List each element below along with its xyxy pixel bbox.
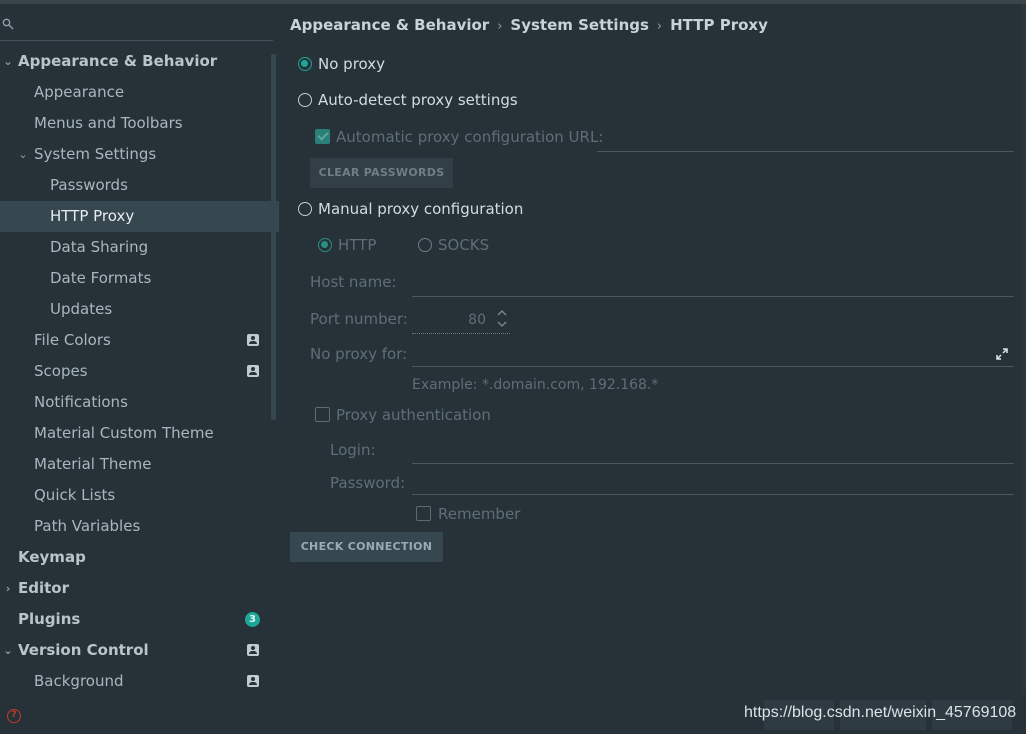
socks-label[interactable]: SOCKS: [438, 235, 489, 255]
socks-radio[interactable]: [418, 238, 432, 252]
panel-right-edge: [1022, 4, 1026, 694]
no-proxy-for-label: No proxy for:: [310, 345, 408, 363]
sidebar-item-label: Background: [34, 672, 124, 690]
sidebar-item-label: Path Variables: [34, 517, 141, 535]
breadcrumb-item[interactable]: System Settings: [510, 16, 649, 34]
sidebar-item-material-custom-theme[interactable]: Material Custom Theme: [0, 418, 279, 449]
user-icon: [247, 644, 259, 656]
sidebar-item-date-formats[interactable]: Date Formats: [0, 263, 279, 294]
sidebar-item-system-settings[interactable]: ⌄ System Settings: [0, 139, 279, 170]
sidebar-item-http-proxy[interactable]: HTTP Proxy: [0, 201, 279, 232]
sidebar-item-label: Scopes: [34, 362, 88, 380]
sidebar-item-label: Appearance & Behavior: [18, 52, 218, 70]
sidebar-item-appearance[interactable]: Appearance: [0, 77, 279, 108]
auto-config-url-label: Automatic proxy configuration URL:: [336, 128, 604, 146]
breadcrumb-separator-icon: ›: [656, 19, 663, 34]
settings-tree: ⌄ Appearance & Behavior Appearance Menus an…: [0, 46, 279, 697]
http-radio[interactable]: [318, 238, 332, 252]
breadcrumb-item[interactable]: Appearance & Behavior: [290, 16, 489, 34]
sidebar-item-label: Updates: [50, 300, 113, 318]
sidebar-item-label: Date Formats: [50, 269, 152, 287]
sidebar-scrollbar[interactable]: [271, 54, 276, 420]
clear-passwords-button[interactable]: CLEAR PASSWORDS: [310, 158, 453, 188]
sidebar-item-label: Editor: [18, 579, 69, 597]
sidebar-item-version-control[interactable]: ⌄ Version Control: [0, 635, 279, 666]
no-proxy-example: Example: *.domain.com, 192.168.*: [412, 377, 659, 393]
breadcrumb-current: HTTP Proxy: [670, 16, 768, 34]
no-proxy-radio[interactable]: [298, 57, 312, 71]
chevron-down-icon[interactable]: ⌄: [2, 635, 14, 666]
sidebar-item-label: Passwords: [50, 176, 128, 194]
sidebar-item-label: Material Theme: [34, 455, 152, 473]
auto-detect-radio[interactable]: [298, 93, 312, 107]
settings-sidebar: ⌄ Appearance & Behavior Appearance Menus an…: [0, 4, 279, 697]
sidebar-item-file-colors[interactable]: File Colors: [0, 325, 279, 356]
check-connection-button[interactable]: CHECK CONNECTION: [290, 532, 443, 562]
breadcrumb-separator-icon: ›: [497, 19, 503, 34]
sidebar-item-notifications[interactable]: Notifications: [0, 387, 279, 418]
sidebar-item-appearance-behavior[interactable]: ⌄ Appearance & Behavior: [0, 46, 279, 77]
auto-detect-label[interactable]: Auto-detect proxy settings: [318, 90, 518, 110]
sidebar-item-plugins[interactable]: Plugins 3: [0, 604, 279, 635]
http-label[interactable]: HTTP: [338, 235, 376, 255]
sidebar-item-path-variables[interactable]: Path Variables: [0, 511, 279, 542]
host-name-field[interactable]: [412, 296, 1014, 297]
settings-search-input[interactable]: [0, 9, 273, 41]
manual-proxy-radio[interactable]: [298, 202, 312, 216]
chevron-down-icon[interactable]: ⌄: [17, 139, 29, 170]
sidebar-item-passwords[interactable]: Passwords: [0, 170, 279, 201]
remember-checkbox[interactable]: [416, 506, 431, 521]
chevron-down-icon[interactable]: ⌄: [2, 46, 14, 77]
sidebar-item-label: Version Control: [18, 641, 149, 659]
sidebar-item-label: Menus and Toolbars: [34, 114, 183, 132]
chevron-right-icon[interactable]: ›: [2, 573, 14, 604]
sidebar-item-label: Data Sharing: [50, 238, 149, 256]
breadcrumb: Appearance & Behavior › System Settings › HT…: [290, 14, 768, 36]
watermark-text: https://blog.csdn.net/weixin_45769108: [744, 704, 1017, 721]
login-label: Login:: [330, 441, 376, 459]
sidebar-item-material-theme[interactable]: Material Theme: [0, 449, 279, 480]
no-proxy-label[interactable]: No proxy: [318, 54, 385, 74]
user-icon: [247, 334, 259, 346]
sidebar-item-label: Notifications: [34, 393, 128, 411]
sidebar-item-menus-and-toolbars[interactable]: Menus and Toolbars: [0, 108, 279, 139]
sidebar-item-background[interactable]: Background: [0, 666, 279, 697]
auto-config-url-checkbox[interactable]: [315, 129, 330, 144]
help-icon[interactable]: ?: [7, 709, 21, 723]
sidebar-item-keymap[interactable]: Keymap: [0, 542, 279, 573]
manual-proxy-label[interactable]: Manual proxy configuration: [318, 199, 523, 219]
sidebar-item-updates[interactable]: Updates: [0, 294, 279, 325]
sidebar-item-label: Appearance: [34, 83, 125, 101]
sidebar-item-quick-lists[interactable]: Quick Lists: [0, 480, 279, 511]
login-field[interactable]: [412, 463, 1014, 464]
sidebar-item-editor[interactable]: › Editor: [0, 573, 279, 604]
sidebar-item-label: Material Custom Theme: [34, 424, 214, 442]
sidebar-item-data-sharing[interactable]: Data Sharing: [0, 232, 279, 263]
user-icon: [247, 675, 259, 687]
plugins-update-badge: 3: [245, 612, 260, 627]
sidebar-item-label: Quick Lists: [34, 486, 116, 504]
auto-config-url-field[interactable]: [597, 151, 1014, 152]
password-label: Password:: [330, 474, 406, 492]
password-field[interactable]: [412, 494, 1014, 495]
port-number-label: Port number:: [310, 310, 408, 328]
remember-label[interactable]: Remember: [438, 504, 520, 524]
proxy-auth-label[interactable]: Proxy authentication: [336, 405, 491, 425]
port-spinner-icon[interactable]: [496, 308, 508, 330]
sidebar-item-label: Keymap: [18, 548, 86, 566]
no-proxy-for-field[interactable]: [412, 366, 1014, 367]
sidebar-item-scopes[interactable]: Scopes: [0, 356, 279, 387]
search-icon: [2, 18, 14, 30]
proxy-auth-checkbox[interactable]: [315, 407, 330, 422]
expand-icon[interactable]: [995, 347, 1009, 361]
sidebar-item-label: HTTP Proxy: [50, 207, 135, 225]
host-name-label: Host name:: [310, 273, 397, 291]
user-icon: [247, 365, 259, 377]
sidebar-item-label: System Settings: [34, 145, 157, 163]
sidebar-item-label: Plugins: [18, 610, 81, 628]
dialog-footer: ? https://blog.csdn.net/weixin_45769108: [0, 694, 1026, 734]
http-proxy-panel: Appearance & Behavior › System Settings › HT…: [279, 4, 1026, 694]
sidebar-item-label: File Colors: [34, 331, 111, 349]
